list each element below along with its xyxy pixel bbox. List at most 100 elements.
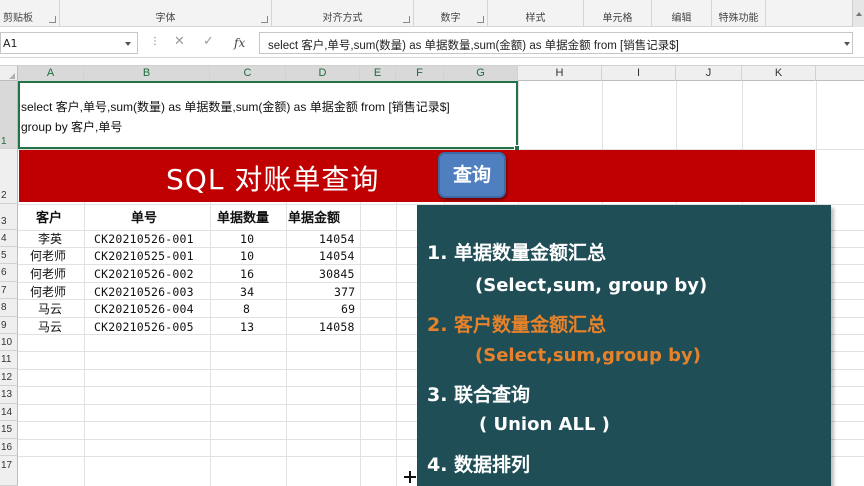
cell-order-no[interactable]: CK20210526-005 <box>94 320 194 334</box>
row-header-16[interactable]: 16 <box>0 439 18 456</box>
ribbon-group-editing[interactable]: 编辑 <box>652 0 712 26</box>
ribbon-group-label: 特殊功能 <box>718 13 759 24</box>
cell-amount[interactable]: 14054 <box>319 249 355 263</box>
row-header-2[interactable]: 2 <box>0 149 18 204</box>
ribbon-group-alignment[interactable]: 对齐方式 <box>272 0 414 26</box>
ribbon-group-styles[interactable]: 样式 <box>488 0 584 26</box>
column-header-c[interactable]: C <box>210 66 286 81</box>
ribbon-group-label: 编辑 <box>671 13 692 24</box>
name-box-value: A1 <box>3 37 18 50</box>
row-header-13[interactable]: 13 <box>0 386 18 404</box>
row-header-5[interactable]: 5 <box>0 247 18 264</box>
cell-customer[interactable]: 马云 <box>38 300 62 317</box>
row-header-3[interactable]: 3 <box>0 204 18 230</box>
row-header-9[interactable]: 9 <box>0 317 18 334</box>
cell-customer[interactable]: 李英 <box>38 230 62 247</box>
cell-quantity[interactable]: 10 <box>240 232 254 246</box>
cancel-icon[interactable]: ✕ <box>174 34 185 49</box>
ribbon-group-label: 单元格 <box>602 13 633 24</box>
cell-order-no[interactable]: CK20210525-001 <box>94 249 194 263</box>
ribbon-group-label: 对齐方式 <box>322 13 363 24</box>
ribbon-group-special[interactable]: 特殊功能 <box>712 0 766 26</box>
cell-customer[interactable]: 马云 <box>38 318 62 335</box>
dialog-launcher-icon[interactable] <box>477 16 484 23</box>
cell-quantity[interactable]: 34 <box>240 285 254 299</box>
row-header-17[interactable]: 17 <box>0 456 18 486</box>
column-header-i[interactable]: I <box>602 66 676 81</box>
cell-order-no[interactable]: CK20210526-002 <box>94 267 194 281</box>
table-header-amount: 单据金额 <box>288 211 341 226</box>
cell-quantity[interactable]: 10 <box>240 249 254 263</box>
select-all-button[interactable] <box>0 66 18 81</box>
row-header-6[interactable]: 6 <box>0 264 18 282</box>
table-header-customer: 客户 <box>36 211 63 226</box>
sql-line-2: group by 客户,单号 <box>21 120 123 134</box>
ribbon-group-number[interactable]: 数字 <box>414 0 488 26</box>
formula-input[interactable]: select 客户,单号,sum(数量) as 单据数量,sum(金额) as … <box>259 32 853 54</box>
row-header-11[interactable]: 11 <box>0 351 18 369</box>
topic-item-3: 3. 联合查询 <box>427 384 531 406</box>
topic-item-2: 2. 客户数量金额汇总 <box>427 314 607 336</box>
dialog-launcher-icon[interactable] <box>403 16 410 23</box>
topic-item-2-detail: (Select,sum,group by) <box>475 345 701 366</box>
column-header-f[interactable]: F <box>396 66 444 81</box>
formula-bar: A1 ⋮ ✕ ✓ fx select 客户,单号,sum(数量) as 单据数量… <box>0 28 864 58</box>
row-header-14[interactable]: 14 <box>0 404 18 421</box>
cell-amount[interactable]: 14058 <box>319 320 355 334</box>
row-header-1[interactable]: 1 <box>0 81 18 149</box>
dialog-launcher-icon[interactable] <box>261 16 268 23</box>
cell-quantity[interactable]: 13 <box>240 320 254 334</box>
ribbon-group-font[interactable]: 字体 <box>60 0 272 26</box>
cell-order-no[interactable]: CK20210526-001 <box>94 232 194 246</box>
column-header-g[interactable]: G <box>444 66 518 81</box>
cell-quantity[interactable]: 8 <box>243 302 250 316</box>
chevron-down-icon[interactable] <box>125 42 131 46</box>
banner-title: SQL 对账单查询 <box>166 163 380 196</box>
column-header-a[interactable]: A <box>18 66 84 81</box>
ribbon-group-cells[interactable]: 单元格 <box>584 0 652 26</box>
cell-amount[interactable]: 30845 <box>319 267 355 281</box>
grip-dots-icon: ⋮ <box>150 36 160 47</box>
row-header-10[interactable]: 10 <box>0 334 18 351</box>
cell-order-no[interactable]: CK20210526-003 <box>94 285 194 299</box>
row-header-8[interactable]: 8 <box>0 299 18 317</box>
cell-customer[interactable]: 何老师 <box>30 247 66 264</box>
query-button[interactable]: 查询 <box>438 152 506 198</box>
cell-amount[interactable]: 69 <box>341 302 355 316</box>
move-cursor-icon <box>404 471 416 483</box>
cell-customer[interactable]: 何老师 <box>30 265 66 282</box>
row-header-12[interactable]: 12 <box>0 369 18 386</box>
row-header-15[interactable]: 15 <box>0 421 18 439</box>
column-headers: A B C D E F G H I J K <box>0 65 864 81</box>
row-header-4[interactable]: 4 <box>0 230 18 247</box>
expand-formula-icon[interactable] <box>844 42 850 46</box>
cell-amount[interactable]: 14054 <box>319 232 355 246</box>
column-header-l[interactable] <box>816 66 864 81</box>
column-header-b[interactable]: B <box>84 66 210 81</box>
formula-text: select 客户,单号,sum(数量) as 单据数量,sum(金额) as … <box>268 40 679 52</box>
topics-panel: 1. 单据数量金额汇总 (Select,sum, group by) 2. 客户… <box>417 205 831 486</box>
ribbon-collapse-button[interactable] <box>852 0 864 27</box>
table-header-order-no: 单号 <box>131 211 158 226</box>
column-header-e[interactable]: E <box>360 66 396 81</box>
row-header-7[interactable]: 7 <box>0 282 18 299</box>
column-header-d[interactable]: D <box>286 66 360 81</box>
column-header-h[interactable]: H <box>518 66 602 81</box>
column-header-k[interactable]: K <box>742 66 816 81</box>
title-banner: SQL 对账单查询 <box>19 150 815 202</box>
enter-icon[interactable]: ✓ <box>203 34 214 49</box>
column-header-j[interactable]: J <box>676 66 742 81</box>
cell-quantity[interactable]: 16 <box>240 267 254 281</box>
name-box[interactable]: A1 <box>0 32 138 54</box>
ribbon-group-label: 字体 <box>155 13 176 24</box>
sql-query-text: select 客户,单号,sum(数量) as 单据数量,sum(金额) as … <box>21 97 450 137</box>
cell-order-no[interactable]: CK20210526-004 <box>94 302 194 316</box>
ribbon: 剪贴板 字体 对齐方式 数字 样式 单元格 编辑 特殊功能 <box>0 0 864 27</box>
cell-customer[interactable]: 何老师 <box>30 283 66 300</box>
insert-function-icon[interactable]: fx <box>234 36 245 50</box>
topic-item-4: 4. 数据排列 <box>427 454 531 476</box>
dialog-launcher-icon[interactable] <box>49 16 56 23</box>
ribbon-group-clipboard[interactable]: 剪贴板 <box>0 0 60 26</box>
topic-item-3-detail: ( Union ALL ) <box>479 414 610 435</box>
cell-amount[interactable]: 377 <box>334 285 355 299</box>
